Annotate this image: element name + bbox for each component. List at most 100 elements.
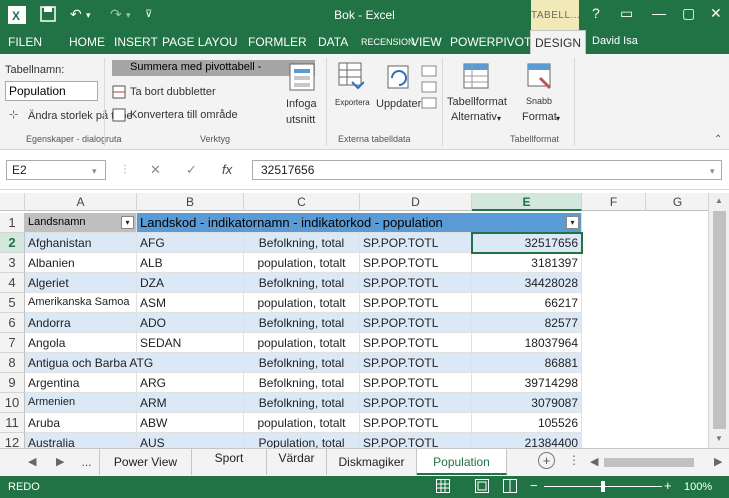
external-data-icons[interactable] xyxy=(420,64,440,117)
table-cell[interactable]: Australia xyxy=(25,433,137,448)
collapse-ribbon-icon[interactable]: ⌃ xyxy=(714,134,722,145)
table-cell[interactable]: SP.POP.TOTL xyxy=(360,333,472,353)
table-cell[interactable]: Andorra xyxy=(25,313,137,333)
tab-view[interactable]: VIEW xyxy=(411,30,442,54)
table-cell[interactable]: SP.POP.TOTL xyxy=(360,313,472,333)
table-cell[interactable]: SP.POP.TOTL xyxy=(360,373,472,393)
name-box[interactable]: E2 xyxy=(6,160,106,180)
zoom-out-icon[interactable]: − xyxy=(530,478,538,493)
table-cell[interactable]: Befolkning, total xyxy=(244,273,360,293)
table-cell[interactable]: SP.POP.TOTL xyxy=(360,293,472,313)
remove-duplicates-button[interactable]: Ta bort dubbletter xyxy=(130,86,216,98)
tab-page-layout[interactable]: PAGE LAYOU xyxy=(162,30,238,54)
table-cell[interactable]: SP.POP.TOTL xyxy=(360,253,472,273)
row-header[interactable]: 5 xyxy=(0,293,25,313)
table-cell[interactable]: AFG xyxy=(137,233,244,253)
table-cell[interactable]: Albanien xyxy=(25,253,137,273)
table-cell[interactable]: AUS xyxy=(137,433,244,448)
tab-file[interactable]: FILEN xyxy=(8,30,43,54)
insert-function-icon[interactable]: fx xyxy=(222,162,232,177)
table-cell[interactable]: Algeriet xyxy=(25,273,137,293)
sheet-tab-disciplines[interactable]: Diskmagiker xyxy=(327,449,417,475)
more-sheets-button[interactable]: ... xyxy=(74,449,100,475)
table-cell[interactable]: 66217 xyxy=(472,293,582,313)
column-header-b[interactable]: B xyxy=(137,193,244,211)
table-cell[interactable]: Befolkning, total xyxy=(244,233,360,253)
table-cell[interactable]: DZA xyxy=(137,273,244,293)
table-cell[interactable]: SP.POP.TOTL xyxy=(360,413,472,433)
scroll-down-icon[interactable]: ▼ xyxy=(715,434,723,443)
table-style-options-label-2[interactable]: Alternativ xyxy=(451,111,497,123)
page-layout-view-icon[interactable] xyxy=(475,479,489,496)
table-name-input[interactable] xyxy=(5,81,98,101)
tab-data[interactable]: DATA xyxy=(318,30,348,54)
table-cell[interactable]: SP.POP.TOTL xyxy=(360,273,472,293)
table-cell[interactable]: SEDAN xyxy=(137,333,244,353)
table-style-options-dropdown-icon[interactable]: ▾ xyxy=(497,114,501,123)
table-cell[interactable]: Befolkning, total xyxy=(244,313,360,333)
table-cell[interactable]: 3181397 xyxy=(472,253,582,273)
table-cell[interactable]: population, totalt xyxy=(244,333,360,353)
table-cell[interactable]: Befolkning, total xyxy=(244,393,360,413)
table-cell[interactable]: ADO xyxy=(137,313,244,333)
insert-slicer-label-2[interactable]: utsnitt xyxy=(286,114,315,126)
table-cell[interactable]: Population, total xyxy=(244,433,360,448)
next-sheet-icon[interactable]: ▶ xyxy=(56,455,64,468)
row-header[interactable]: 7 xyxy=(0,333,25,353)
close-icon[interactable]: ✕ xyxy=(710,5,722,22)
table-cell[interactable]: 3079087 xyxy=(472,393,582,413)
tab-bar-resize-icon[interactable]: ⋮ xyxy=(568,453,580,467)
prev-sheet-icon[interactable]: ◀ xyxy=(28,455,36,468)
worksheet-grid[interactable]: A B C D E F G 1 Landsnamn ▾ Landskod - i… xyxy=(0,193,708,448)
sheet-tab-population[interactable]: Population xyxy=(417,449,507,475)
quick-styles-label-1[interactable]: Snabb xyxy=(526,96,552,106)
quick-styles-dropdown-icon[interactable]: ▾ xyxy=(556,114,560,123)
table-cell[interactable]: SP.POP.TOTL xyxy=(360,433,472,448)
row-header[interactable]: 11 xyxy=(0,413,25,433)
table-cell[interactable]: SP.POP.TOTL xyxy=(360,353,472,373)
merged-header-cell[interactable]: Landskod - indikatornamn - indikatorkod … xyxy=(137,213,582,233)
table-cell[interactable]: population, totalt xyxy=(244,253,360,273)
user-name[interactable]: David Isa xyxy=(592,35,638,47)
insert-slicer-label-1[interactable]: Infoga xyxy=(286,98,317,110)
minimize-icon[interactable]: — xyxy=(652,5,666,21)
table-cell[interactable]: Befolkning, total xyxy=(244,373,360,393)
table-cell[interactable]: ARM xyxy=(137,393,244,413)
table-cell[interactable]: Amerikanska Samoa xyxy=(25,293,137,313)
help-icon[interactable]: ? xyxy=(592,5,600,21)
table-cell[interactable]: 39714298 xyxy=(472,373,582,393)
table-cell[interactable]: Argentina xyxy=(25,373,137,393)
column-header-c[interactable]: C xyxy=(244,193,360,211)
convert-to-range-button[interactable]: Konvertera till område xyxy=(130,109,238,121)
page-break-view-icon[interactable] xyxy=(503,479,517,496)
vertical-scrollbar[interactable]: ▲ ▼ xyxy=(708,193,729,448)
summarize-pivot-button[interactable]: Summera med pivottabell - xyxy=(112,60,315,76)
column-header-d[interactable]: D xyxy=(360,193,472,211)
row-header[interactable]: 6 xyxy=(0,313,25,333)
table-cell[interactable]: ASM xyxy=(137,293,244,313)
table-cell[interactable]: ALB xyxy=(137,253,244,273)
column-header-a[interactable]: A xyxy=(25,193,137,211)
zoom-slider-thumb[interactable] xyxy=(601,481,605,492)
hscroll-left-icon[interactable]: ◀ xyxy=(590,455,598,468)
cancel-entry-icon[interactable]: ✕ xyxy=(150,162,161,178)
export-button[interactable]: Exportera xyxy=(335,98,370,107)
table-cell[interactable]: population, totalt xyxy=(244,413,360,433)
row-header[interactable]: 4 xyxy=(0,273,25,293)
filter-dropdown-icon[interactable]: ▾ xyxy=(566,216,579,229)
column-header-f[interactable]: F xyxy=(582,193,646,211)
table-cell[interactable]: 105526 xyxy=(472,413,582,433)
new-sheet-icon[interactable]: + xyxy=(538,452,555,469)
table-cell[interactable]: SP.POP.TOTL xyxy=(360,233,472,253)
table-cell[interactable]: 86881 xyxy=(472,353,582,373)
normal-view-icon[interactable] xyxy=(436,479,450,496)
table-cell[interactable]: 18037964 xyxy=(472,333,582,353)
table-cell[interactable]: Armenien xyxy=(25,393,137,413)
table-cell[interactable]: 82577 xyxy=(472,313,582,333)
tab-insert[interactable]: INSERT xyxy=(114,30,158,54)
table-cell[interactable]: 21384400 xyxy=(472,433,582,448)
maximize-icon[interactable]: ▢ xyxy=(682,5,695,22)
table-cell[interactable]: ARG xyxy=(137,373,244,393)
sheet-tab-sport[interactable]: Sport xyxy=(192,449,267,475)
row-header[interactable]: 2 xyxy=(0,233,25,253)
